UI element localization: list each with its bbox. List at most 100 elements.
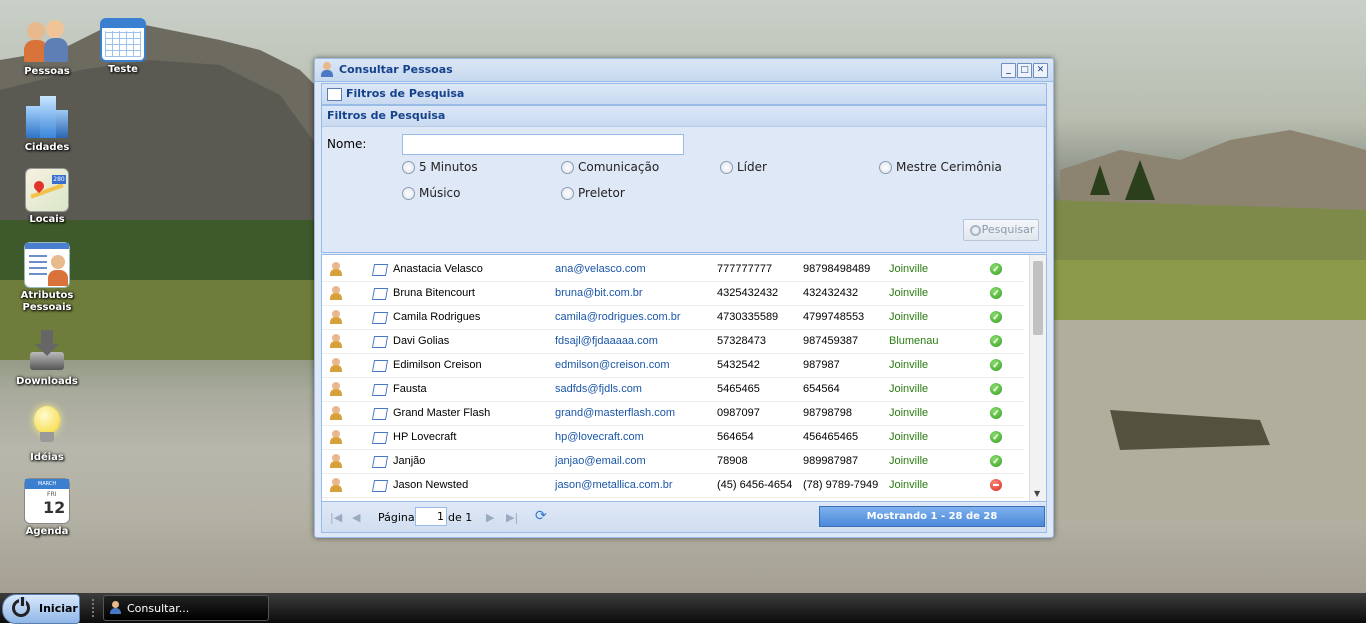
person-email[interactable]: sadfds@fjdls.com (555, 377, 642, 401)
radio-label: Músico (419, 186, 461, 200)
radio-musico[interactable] (402, 187, 415, 200)
table-row[interactable]: Anastacia Velasco ana@velasco.com 77777777… (322, 257, 1024, 282)
person-name: Camila Rodrigues (393, 311, 481, 323)
edit-person-icon[interactable] (329, 310, 343, 324)
edit-person-icon[interactable] (329, 358, 343, 372)
vertical-scrollbar[interactable]: ▼ (1029, 255, 1046, 501)
desktop-icon-label: Agenda (25, 526, 69, 537)
person-city: Blumenau (889, 335, 939, 347)
person-email[interactable]: camila@rodrigues.com.br (555, 305, 681, 329)
active-check-icon: ✓ (990, 431, 1002, 443)
contact-card-icon[interactable] (371, 406, 389, 420)
person-phone1: 5432542 (717, 359, 760, 371)
last-page-icon[interactable]: ▶| (506, 511, 518, 524)
person-email[interactable]: fdsajl@fjdaaaaa.com (555, 329, 658, 353)
first-page-icon[interactable]: |◀ (330, 511, 342, 524)
taskbar: Iniciar Consultar... (0, 593, 1366, 624)
edit-person-icon[interactable] (329, 382, 343, 396)
contact-card-icon[interactable] (371, 334, 389, 348)
agenda-weekday: FRI (47, 491, 57, 498)
desktop-icon-agenda[interactable]: MARCH FRI 12 Agenda (7, 478, 87, 538)
page-number-input[interactable]: 1 (415, 507, 447, 526)
contact-card-icon[interactable] (371, 310, 389, 324)
person-name: Anastacia Velasco (393, 263, 483, 275)
refresh-icon[interactable]: ⟳ (535, 508, 547, 524)
person-city: Joinville (889, 263, 929, 275)
edit-person-icon[interactable] (329, 406, 343, 420)
table-row[interactable]: Grand Master Flash grand@masterflash.com 0… (322, 401, 1024, 426)
person-phone1: 777777777 (717, 263, 773, 275)
person-phone1: 78908 (717, 455, 748, 467)
table-row[interactable]: Edimilson Creison edmilson@creison.com 543… (322, 353, 1024, 378)
nome-label: Nome: (327, 137, 367, 151)
edit-person-icon[interactable] (329, 454, 343, 468)
radio-mestre-cerimonia[interactable] (879, 161, 892, 174)
desktop-icon-locais[interactable]: 280 Locais (7, 168, 87, 226)
person-city: Joinville (889, 383, 929, 395)
taskbar-item-consultar[interactable]: Consultar... (103, 595, 269, 621)
edit-person-icon[interactable] (329, 478, 343, 492)
prev-page-icon[interactable]: ◀ (352, 511, 360, 524)
radio-label: Preletor (578, 186, 625, 200)
desktop-icon-downloads[interactable]: Downloads (7, 328, 87, 388)
next-page-icon[interactable]: ▶ (486, 511, 494, 524)
contact-card-icon[interactable] (371, 478, 389, 492)
close-button[interactable]: ✕ (1033, 63, 1048, 78)
contact-card-icon[interactable] (371, 382, 389, 396)
table-row[interactable]: Camila Rodrigues camila@rodrigues.com.br 4… (322, 305, 1024, 330)
window-titlebar[interactable]: Consultar Pessoas _ □ ✕ (315, 59, 1053, 82)
table-row[interactable]: Jason Newsted jason@metallica.com.br (45) … (322, 473, 1024, 498)
nome-input[interactable] (402, 134, 684, 155)
person-email[interactable]: janjao@email.com (555, 449, 646, 473)
person-city: Joinville (889, 455, 929, 467)
desktop-icon-teste[interactable]: Teste (83, 18, 163, 76)
person-email[interactable]: hp@lovecraft.com (555, 425, 644, 449)
edit-person-icon[interactable] (329, 286, 343, 300)
contact-card-icon[interactable] (371, 286, 389, 300)
person-phone2: 987987 (803, 359, 840, 371)
radio-comunicacao[interactable] (561, 161, 574, 174)
filter-panel-header[interactable]: Filtros de Pesquisa (321, 83, 1047, 105)
desktop-icon-pessoas[interactable]: Pessoas (7, 18, 87, 78)
table-row[interactable]: HP Lovecraft hp@lovecraft.com 564654 456465… (322, 425, 1024, 450)
table-row[interactable]: Janjão janjao@email.com 78908 989987987 Join… (322, 449, 1024, 474)
person-email[interactable]: edmilson@creison.com (555, 353, 670, 377)
desktop-icon-atributos[interactable]: Atributos Pessoais (7, 242, 87, 314)
person-email[interactable]: grand@masterflash.com (555, 401, 675, 425)
person-name: Fausta (393, 383, 427, 395)
pesquisar-label: Pesquisar (981, 223, 1035, 236)
desktop-icon-ideias[interactable]: Idéias (7, 404, 87, 464)
edit-person-icon[interactable] (329, 262, 343, 276)
person-city: Joinville (889, 311, 929, 323)
person-email[interactable]: ana@velasco.com (555, 257, 646, 281)
minimize-button[interactable]: _ (1001, 63, 1016, 78)
contact-card-icon[interactable] (371, 262, 389, 276)
scroll-down-arrow-icon[interactable]: ▼ (1034, 489, 1040, 498)
radio-lider[interactable] (720, 161, 733, 174)
start-button[interactable]: Iniciar (2, 594, 80, 624)
maximize-button[interactable]: □ (1017, 63, 1032, 78)
person-name: Grand Master Flash (393, 407, 491, 419)
radio-preletor[interactable] (561, 187, 574, 200)
contact-card-icon[interactable] (371, 358, 389, 372)
desktop-icon-label: Idéias (30, 452, 64, 463)
contact-card-icon[interactable] (371, 454, 389, 468)
consultar-pessoas-window: Consultar Pessoas _ □ ✕ Filtros de Pesqu… (314, 58, 1054, 538)
person-email[interactable]: bruna@bit.com.br (555, 281, 643, 305)
pesquisar-button[interactable]: Pesquisar (963, 219, 1039, 241)
person-email[interactable]: jason@metallica.com.br (555, 473, 673, 497)
edit-person-icon[interactable] (329, 430, 343, 444)
table-row[interactable]: Fausta sadfds@fjdls.com 5465465 654564 Joinv… (322, 377, 1024, 402)
agenda-calendar-icon: MARCH FRI 12 (24, 478, 70, 524)
scroll-thumb[interactable] (1033, 261, 1043, 335)
edit-person-icon[interactable] (329, 334, 343, 348)
table-row[interactable]: Davi Golias fdsajl@fjdaaaaa.com 57328473 98… (322, 329, 1024, 354)
person-phone1: 4730335589 (717, 311, 779, 323)
person-name: Janjão (393, 455, 426, 467)
desktop-icon-label: Downloads (16, 376, 78, 387)
radio-label: Líder (737, 160, 767, 174)
table-row[interactable]: Bruna Bitencourt bruna@bit.com.br 43254324… (322, 281, 1024, 306)
desktop-icon-cidades[interactable]: Cidades (7, 94, 87, 154)
contact-card-icon[interactable] (371, 430, 389, 444)
radio-5-minutos[interactable] (402, 161, 415, 174)
